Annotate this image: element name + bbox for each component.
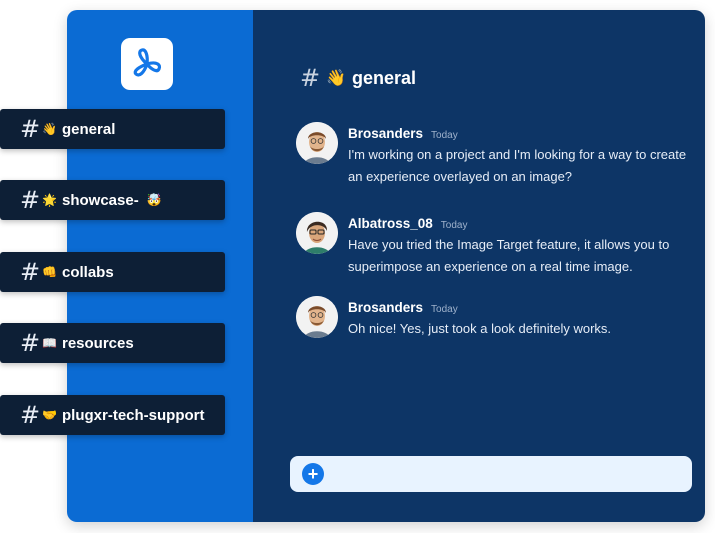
mind-blown-emoji-icon: 🤯 [146,193,162,207]
message-input[interactable] [332,455,692,493]
message-timestamp: Today [431,304,458,315]
channel-label: plugxr-tech-support [62,406,205,424]
channel-label: showcase- [62,191,139,209]
channel-chip-showcase[interactable]: # 🌟 showcase- 🤯 [0,180,225,220]
wave-emoji-icon: 👋 [326,70,347,87]
message-author[interactable]: Brosanders [348,300,423,315]
hash-icon: # [20,401,41,429]
hash-icon: # [20,115,41,143]
user-avatar-icon [296,296,338,338]
avatar[interactable] [296,122,338,164]
user-avatar-icon [296,122,338,164]
hash-icon: # [20,186,41,214]
message-author[interactable]: Albatross_08 [348,216,433,231]
channel-chip-general[interactable]: # 👋 general [0,109,225,149]
message-composer[interactable]: + [290,455,692,493]
avatar[interactable] [296,296,338,338]
user-avatar-icon [296,212,338,254]
message-timestamp: Today [431,130,458,141]
message: Brosanders Today I'm working on a projec… [296,122,693,188]
message-author[interactable]: Brosanders [348,126,423,141]
hash-icon: # [20,329,41,357]
message-timestamp: Today [440,220,468,231]
channel-label: resources [62,334,134,352]
hash-icon: # [20,258,41,286]
avatar[interactable] [296,212,338,254]
chat-panel: # 👋 general Brosanders Today I'm working… [253,10,705,522]
channel-chip-resources[interactable]: # 📖 resources [0,323,225,363]
channel-chip-plugxr-tech-support[interactable]: # 🤝 plugxr-tech-support [0,395,225,435]
fist-bump-emoji-icon: 👊 [42,265,57,279]
star-emoji-icon: 🌟 [42,193,57,207]
channel-title: general [352,67,417,88]
message-text: I'm working on a project and I'm looking… [348,147,687,184]
book-emoji-icon: 📖 [42,336,57,350]
channel-chip-collabs[interactable]: # 👊 collabs [0,252,225,292]
message: Albatross_08 Today Have you tried the Im… [296,212,693,278]
wave-emoji-icon: 👋 [42,122,57,136]
handshake-emoji-icon: 🤝 [42,408,57,422]
message: Brosanders Today Oh nice! Yes, just took… [296,296,693,340]
channel-label: collabs [62,263,114,281]
hash-icon: # [300,64,321,92]
channel-header: # 👋 general [300,64,416,92]
message-text: Have you tried the Image Target feature,… [348,237,670,274]
channel-label: general [62,120,116,138]
app-logo[interactable] [121,38,173,90]
message-text: Oh nice! Yes, just took a look definitel… [348,321,612,336]
trefoil-logo-icon [133,48,162,77]
plus-icon: + [307,464,319,484]
add-attachment-button[interactable]: + [302,463,324,485]
